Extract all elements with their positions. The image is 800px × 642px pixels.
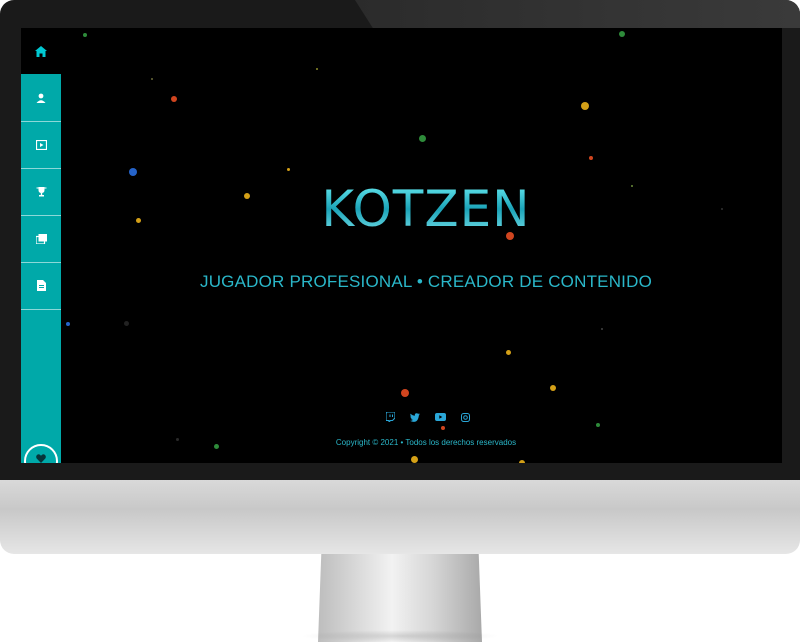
particle-dot <box>287 168 290 171</box>
twitter-icon[interactable] <box>408 410 422 424</box>
sidebar-item-gallery[interactable] <box>21 215 61 263</box>
particle-dot <box>596 423 600 427</box>
particle-dot <box>550 385 556 391</box>
hero-title: KOTZEN <box>271 180 581 238</box>
particle-dot <box>581 102 589 110</box>
particle-dot <box>401 389 409 397</box>
sidebar-item-profile[interactable] <box>21 74 61 122</box>
particle-dot <box>419 135 426 142</box>
particle-dot <box>721 208 723 210</box>
particle-dot <box>136 218 141 223</box>
particle-dot <box>83 33 87 37</box>
sidebar <box>21 28 61 463</box>
video-icon <box>35 139 47 150</box>
bezel-shine <box>355 0 800 28</box>
sidebar-rail <box>21 74 61 463</box>
stand-shadow <box>300 630 500 642</box>
twitch-icon[interactable] <box>383 410 397 424</box>
particle-dot <box>619 31 625 37</box>
particle-dot <box>129 168 137 176</box>
particle-dot <box>631 185 633 187</box>
user-icon <box>36 93 46 103</box>
heart-icon <box>36 454 46 463</box>
particle-dot <box>411 456 418 463</box>
monitor-stand <box>318 554 482 642</box>
twitch-icon-glyph <box>385 412 395 422</box>
particle-dot <box>176 438 179 441</box>
monitor-chin <box>0 480 800 554</box>
particle-dot <box>316 68 318 70</box>
particle-dot <box>171 96 177 102</box>
instagram-icon[interactable] <box>459 410 473 424</box>
particle-dot <box>214 444 219 449</box>
social-links <box>383 409 473 425</box>
home-icon[interactable] <box>21 28 61 74</box>
copyright-text: Copyright © 2021 • Todos los derechos re… <box>335 438 517 447</box>
sidebar-item-videos[interactable] <box>21 121 61 169</box>
particle-dot <box>441 426 445 430</box>
particle-dot <box>66 322 70 326</box>
screen: KOTZEN JUGADOR PROFESIONAL • CREADOR DE … <box>21 28 782 463</box>
particle-dot <box>519 460 525 463</box>
youtube-icon-glyph <box>435 413 447 421</box>
gallery-icon <box>35 233 47 244</box>
particle-dot <box>151 78 153 80</box>
particle-dot <box>244 193 250 199</box>
particle-dot <box>506 350 511 355</box>
hero-subtitle: JUGADOR PROFESIONAL • CREADOR DE CONTENI… <box>200 272 652 291</box>
particle-dot <box>124 321 129 326</box>
home-icon-glyph <box>35 45 47 57</box>
instagram-icon-glyph <box>461 412 471 422</box>
particle-dot <box>589 156 593 160</box>
youtube-icon[interactable] <box>434 410 448 424</box>
particle-dot <box>601 328 603 330</box>
document-icon <box>36 280 46 291</box>
sidebar-item-documents[interactable] <box>21 262 61 310</box>
trophy-icon <box>36 186 46 196</box>
twitter-icon-glyph <box>410 412 421 422</box>
sidebar-item-trophies[interactable] <box>21 168 61 216</box>
